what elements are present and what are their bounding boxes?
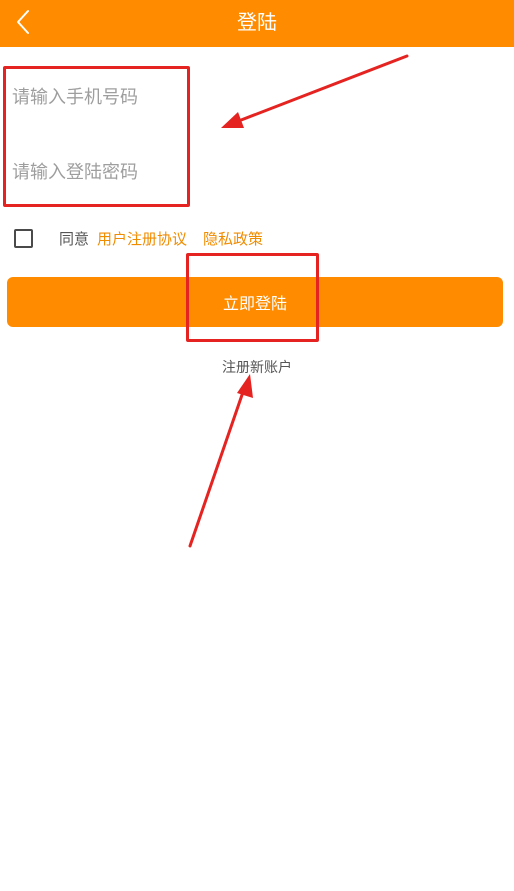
header-bar: 登陆 xyxy=(0,0,514,47)
terms-link[interactable]: 用户注册协议 xyxy=(97,229,187,249)
agree-checkbox[interactable] xyxy=(14,229,33,248)
privacy-link[interactable]: 隐私政策 xyxy=(203,229,263,249)
annotation-box-inputs xyxy=(3,66,190,207)
register-link[interactable]: 注册新账户 xyxy=(0,357,514,377)
annotation-arrow-register xyxy=(188,374,253,548)
page-title: 登陆 xyxy=(237,10,277,34)
annotation-box-login xyxy=(186,253,319,342)
agree-label: 同意 xyxy=(59,230,90,248)
